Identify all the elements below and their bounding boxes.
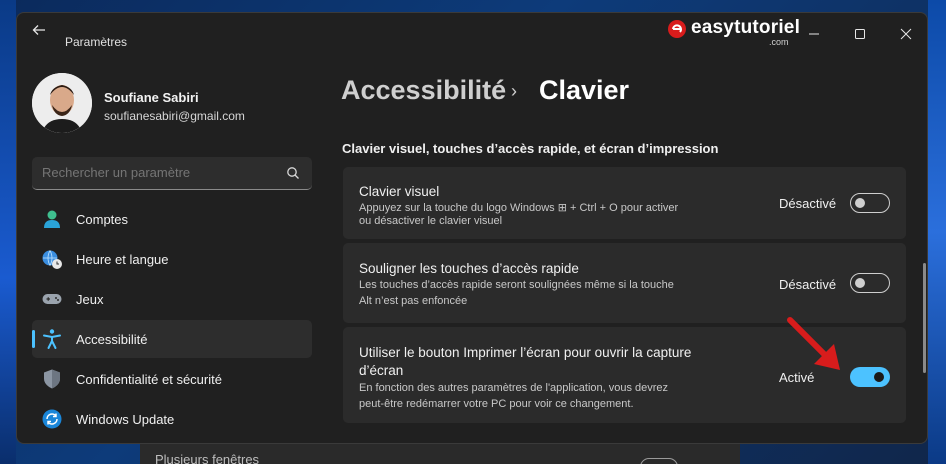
setting-title: Souligner les touches d’accès rapide — [359, 261, 579, 276]
sidebar-item-windows-update[interactable]: Windows Update — [32, 400, 312, 438]
toggle-knob — [874, 372, 884, 382]
breadcrumb-parent[interactable]: Accessibilité — [341, 75, 506, 106]
user-photo — [32, 73, 92, 133]
background-window-toggle — [640, 458, 678, 464]
toggle-knob — [855, 198, 865, 208]
red-arrow-annotation — [787, 317, 840, 370]
brand-logo-icon — [668, 20, 686, 38]
sidebar-item-label: Jeux — [76, 292, 104, 307]
arrow-left-icon — [32, 25, 45, 35]
chevron-right-icon: › — [511, 81, 517, 101]
setting-title: Utiliser le bouton Imprimer l’écran pour… — [359, 345, 692, 360]
sidebar-item-jeux[interactable]: Jeux — [32, 280, 312, 318]
search-icon[interactable] — [286, 166, 300, 180]
sidebar-item-heure-langue[interactable]: Heure et langue — [32, 240, 312, 278]
update-icon — [42, 409, 62, 429]
toggle-knob — [855, 278, 865, 288]
setting-description: ou désactiver le clavier visuel — [359, 215, 503, 227]
setting-card-clavier-visuel: Clavier visuel Appuyez sur la touche du … — [343, 167, 906, 239]
active-indicator — [32, 330, 35, 348]
sidebar-item-label: Heure et langue — [76, 252, 169, 267]
scrollbar[interactable] — [923, 263, 926, 373]
brand-text: easytutoriel — [691, 17, 801, 38]
setting-description: Alt n’est pas enfoncée — [359, 295, 468, 307]
sidebar-item-accessibilite[interactable]: Accessibilité — [32, 320, 312, 358]
setting-description: Les touches d’accès rapide seront soulig… — [359, 279, 674, 291]
search-input[interactable] — [42, 165, 282, 180]
setting-title: d’écran — [359, 363, 404, 378]
section-title: Clavier visuel, touches d’accès rapide, … — [342, 141, 719, 156]
sidebar-item-comptes[interactable]: Comptes — [32, 200, 312, 238]
close-icon — [900, 28, 912, 40]
souligner-toggle[interactable] — [850, 273, 890, 293]
background-window-label: Plusieurs fenêtres — [155, 452, 260, 464]
person-icon — [44, 210, 60, 228]
clavier-visuel-toggle[interactable] — [850, 193, 890, 213]
sidebar-item-label: Accessibilité — [76, 332, 148, 347]
globe-clock-icon — [42, 250, 62, 269]
maximize-icon — [855, 29, 865, 39]
sidebar-item-confidentialite[interactable]: Confidentialité et sécurité — [32, 360, 312, 398]
setting-description: peut-être redémarrer votre PC pour voir … — [359, 398, 634, 410]
maximize-button[interactable] — [837, 21, 883, 49]
brand-suffix: .com — [769, 37, 789, 47]
sidebar-item-label: Comptes — [76, 212, 129, 227]
accessibility-icon — [43, 329, 61, 349]
sidebar-item-label: Windows Update — [76, 412, 175, 427]
desktop-wallpaper-left — [0, 0, 16, 464]
user-email: soufianesabiri@gmail.com — [104, 109, 245, 123]
toggle-state-label: Désactivé — [779, 277, 837, 292]
setting-card-souligner: Souligner les touches d’accès rapide Les… — [343, 243, 906, 323]
title-bar: Paramètres easytutoriel .com — [17, 13, 927, 53]
minimize-icon — [809, 33, 819, 35]
user-name: Soufiane Sabiri — [104, 90, 199, 105]
avatar[interactable] — [32, 73, 92, 133]
sidebar-nav: Comptes Heure et langue Jeux Accessibili… — [32, 200, 312, 440]
desktop-wallpaper-right — [928, 0, 946, 464]
close-button[interactable] — [883, 21, 927, 49]
search-box[interactable] — [32, 157, 312, 190]
minimize-button[interactable] — [791, 21, 837, 49]
imprimer-ecran-toggle[interactable] — [850, 367, 890, 387]
setting-description: En fonction des autres paramètres de l'a… — [359, 382, 669, 394]
setting-title: Clavier visuel — [359, 184, 440, 199]
toggle-state-label: Désactivé — [779, 196, 837, 211]
gamepad-icon — [42, 294, 62, 304]
app-title: Paramètres — [65, 35, 128, 49]
sidebar-item-label: Confidentialité et sécurité — [76, 372, 222, 387]
back-button[interactable] — [29, 23, 49, 43]
shield-icon — [44, 369, 60, 389]
page-title: Clavier — [539, 75, 630, 105]
